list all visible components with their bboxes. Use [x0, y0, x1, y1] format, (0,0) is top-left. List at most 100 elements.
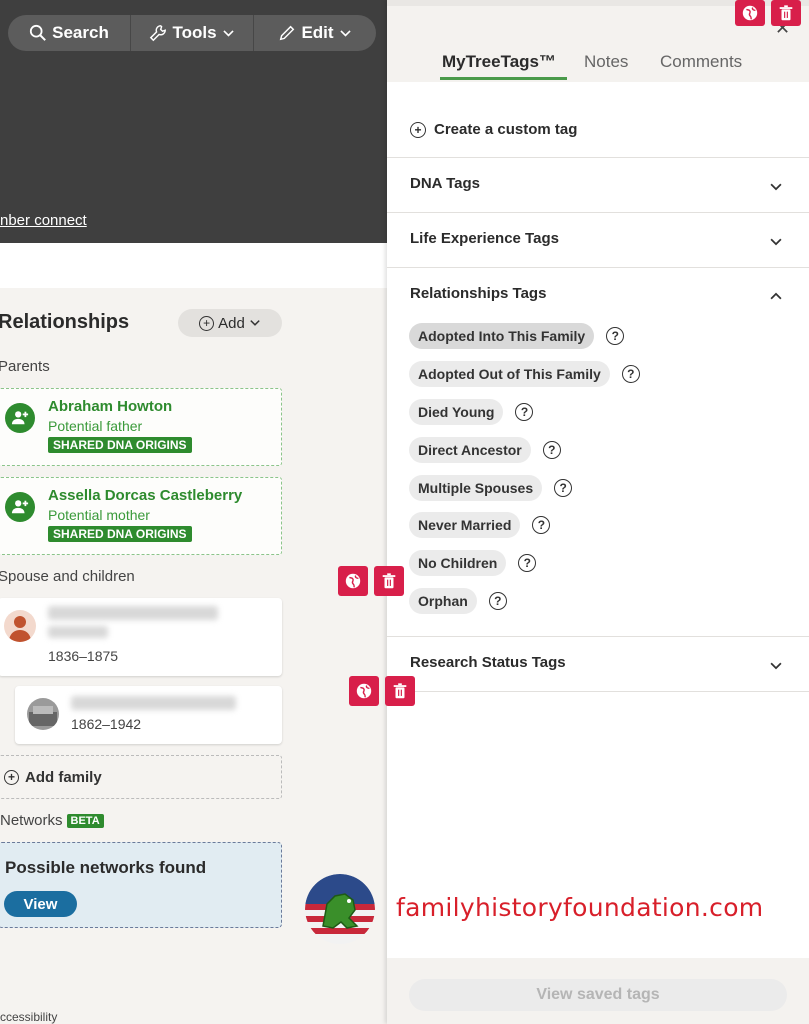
- chevron-down-icon: [250, 320, 260, 326]
- help-icon[interactable]: ?: [554, 479, 573, 497]
- parent-name: Abraham Howton: [48, 398, 173, 415]
- trash-button[interactable]: [374, 566, 404, 596]
- section-dna-tags[interactable]: DNA Tags: [387, 158, 809, 213]
- tag-chip[interactable]: Died Young: [409, 399, 504, 425]
- parents-label: Parents: [0, 358, 50, 375]
- profile-header: Search Tools Edit nber connect: [0, 0, 390, 243]
- view-networks-button[interactable]: View: [4, 891, 77, 917]
- add-relationship-button[interactable]: + Add: [178, 309, 282, 337]
- foundation-logo: [305, 874, 375, 944]
- member-connect-link[interactable]: nber connect: [0, 212, 87, 229]
- shared-dna-badge: SHARED DNA ORIGINS: [48, 526, 192, 542]
- plus-circle-icon: +: [4, 769, 19, 785]
- globe-button[interactable]: [338, 566, 368, 596]
- create-custom-tag-button[interactable]: + Create a custom tag: [410, 121, 577, 138]
- tag-chip[interactable]: Multiple Spouses: [409, 475, 543, 501]
- parent-card-mother[interactable]: Assella Dorcas Castleberry Potential mot…: [0, 477, 282, 555]
- add-family-button[interactable]: + Add family: [0, 755, 282, 799]
- networks-card-title: Possible networks found: [5, 858, 207, 877]
- plus-circle-icon: +: [199, 315, 215, 331]
- search-button[interactable]: Search: [8, 15, 131, 51]
- spouse-card[interactable]: 1836–1875: [0, 598, 282, 676]
- child-card[interactable]: 1862–1942: [15, 686, 282, 744]
- parent-name: Assella Dorcas Castleberry: [48, 487, 243, 504]
- view-saved-tags-button[interactable]: View saved tags: [409, 979, 787, 1011]
- chevron-down-icon: [222, 29, 234, 37]
- globe-icon: [742, 5, 758, 21]
- redacted-name: [71, 696, 236, 710]
- parent-card-father[interactable]: Abraham Howton Potential father SHARED D…: [0, 388, 282, 466]
- tag-chip[interactable]: No Children: [409, 550, 507, 576]
- add-label: Add: [218, 314, 245, 332]
- help-icon[interactable]: ?: [515, 403, 534, 421]
- help-icon[interactable]: ?: [488, 592, 507, 610]
- chevron-down-icon: [770, 662, 782, 670]
- trash-icon: [382, 573, 396, 589]
- avatar: [27, 698, 59, 730]
- brand-watermark-text: familyhistoryfoundation.com: [396, 893, 764, 922]
- globe-button[interactable]: [735, 0, 765, 26]
- chevron-up-icon[interactable]: [769, 289, 783, 303]
- tab-notes[interactable]: Notes: [584, 52, 628, 72]
- edit-button[interactable]: Edit: [254, 15, 376, 51]
- search-icon: [30, 24, 47, 41]
- globe-button[interactable]: [349, 676, 379, 706]
- tag-chip[interactable]: Adopted Out of This Family: [409, 361, 610, 387]
- tag-item: Direct Ancestor ?: [409, 437, 561, 463]
- chevron-down-icon: [770, 238, 782, 246]
- section-title[interactable]: Relationships Tags: [410, 285, 546, 302]
- active-tab-indicator: [440, 77, 567, 80]
- networks-label: Networks: [0, 812, 63, 829]
- trash-icon: [393, 683, 407, 699]
- tag-chip[interactable]: Orphan: [409, 588, 477, 614]
- search-label: Search: [52, 23, 109, 42]
- tab-comments[interactable]: Comments: [660, 52, 742, 72]
- tag-chip[interactable]: Adopted Into This Family: [409, 323, 595, 349]
- parent-role: Potential mother: [48, 507, 150, 523]
- add-person-icon: [5, 403, 35, 433]
- help-icon[interactable]: ?: [532, 516, 551, 534]
- tag-item: Never Married ?: [409, 512, 551, 538]
- tag-item: Adopted Into This Family ?: [409, 323, 625, 349]
- globe-icon: [356, 683, 372, 699]
- redacted-name: [48, 606, 218, 620]
- trash-icon: [779, 5, 793, 21]
- tag-item: Orphan ?: [409, 588, 507, 614]
- plus-circle-icon: +: [410, 121, 426, 138]
- life-dates: 1862–1942: [71, 716, 142, 732]
- create-tag-row: + Create a custom tag: [387, 82, 809, 158]
- tab-mytreetags[interactable]: MyTreeTags™: [442, 52, 556, 72]
- profile-toolbar: Search Tools Edit: [8, 15, 376, 51]
- redacted-name: [48, 626, 108, 638]
- accessibility-link[interactable]: ccessibility: [0, 1010, 57, 1024]
- section-title: DNA Tags: [410, 175, 481, 192]
- tag-item: Multiple Spouses ?: [409, 475, 573, 501]
- parent-role: Potential father: [48, 418, 143, 434]
- tags-side-panel: ✕ MyTreeTags™ Notes Comments + Create a …: [387, 0, 809, 1024]
- trash-button[interactable]: [771, 0, 801, 26]
- section-life-experience-tags[interactable]: Life Experience Tags: [387, 213, 809, 268]
- networks-card: Possible networks found View: [0, 842, 282, 928]
- help-icon[interactable]: ?: [518, 554, 537, 572]
- tools-label: Tools: [172, 23, 217, 42]
- help-icon[interactable]: ?: [621, 365, 640, 383]
- wrench-icon: [150, 25, 167, 42]
- tools-button[interactable]: Tools: [131, 15, 254, 51]
- avatar: [4, 610, 36, 642]
- section-research-status-tags[interactable]: Research Status Tags: [387, 637, 809, 692]
- networks-heading: Networks BETA: [0, 812, 104, 829]
- tag-chip[interactable]: Never Married: [409, 512, 521, 538]
- tag-chip[interactable]: Direct Ancestor: [409, 437, 531, 463]
- person-profile-panel: Search Tools Edit nber connect Relations…: [0, 0, 390, 1024]
- chevron-down-icon: [770, 183, 782, 191]
- add-family-label: Add family: [25, 768, 102, 786]
- life-dates: 1836–1875: [48, 648, 119, 664]
- section-title: Research Status Tags: [410, 654, 566, 671]
- pencil-icon: [280, 25, 295, 41]
- header-spacer: [0, 243, 390, 288]
- create-tag-label: Create a custom tag: [434, 121, 578, 138]
- edit-label: Edit: [301, 23, 334, 42]
- trash-button[interactable]: [385, 676, 415, 706]
- help-icon[interactable]: ?: [606, 327, 625, 345]
- help-icon[interactable]: ?: [542, 441, 561, 459]
